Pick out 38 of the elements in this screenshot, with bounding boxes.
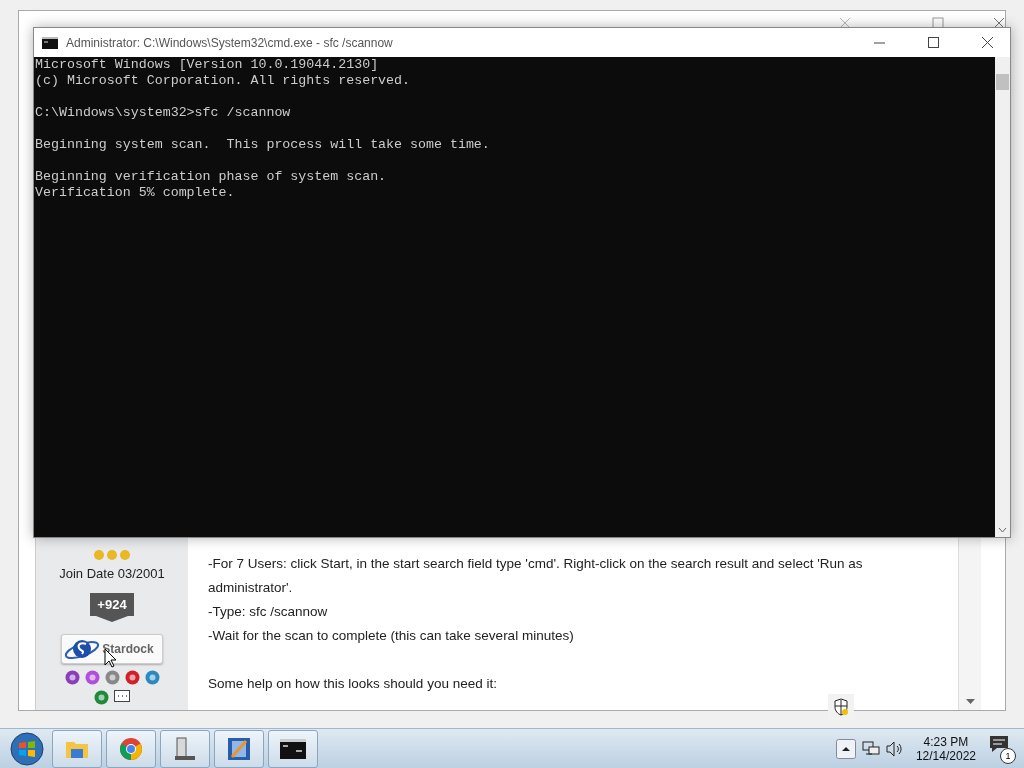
maximize-icon[interactable] (927, 37, 939, 48)
network-icon[interactable] (861, 740, 880, 757)
window-title: Administrator: C:\Windows\System32\cmd.exe - sfc /scannow (66, 35, 394, 50)
notification-button[interactable]: 1 (988, 733, 1016, 764)
more-icon[interactable] (114, 690, 130, 702)
close-icon[interactable] (981, 37, 993, 48)
console-icon (42, 36, 58, 49)
achievement-icon (84, 670, 100, 685)
console-line: Beginning verification phase of system scan. (35, 169, 388, 185)
post-text: Some help on how this looks should you need it: (208, 675, 498, 693)
achievement-icon (124, 670, 140, 685)
close-icon[interactable] (993, 17, 1005, 29)
console-line: Beginning system scan. This process will take some time. (35, 137, 491, 153)
palette-icon (227, 736, 251, 761)
post-text: -Wait for the scan to complete (this can take several minutes) (208, 627, 575, 645)
stardock-badge: Stardock (61, 634, 163, 664)
taskbar-app-button[interactable] (160, 729, 210, 768)
clock[interactable]: 4:23 PM 12/14/2022 (909, 734, 982, 763)
scroll-down-icon[interactable] (965, 699, 975, 704)
achievement-icon (144, 670, 160, 685)
console-line: Verification 5% complete. (35, 185, 236, 201)
achievement-icon (104, 670, 120, 685)
achievement-icon (64, 670, 80, 685)
console-icon (280, 738, 306, 759)
console-line: Microsoft Windows [Version 10.0.19044.2130] (35, 57, 380, 73)
console-line: C:\Windows\system32>sfc /scannow (35, 105, 292, 121)
console-line: (c) Microsoft Corporation. All rights reserved. (35, 73, 412, 89)
scroll-thumb[interactable] (996, 74, 1009, 90)
browser-icon (119, 736, 143, 761)
post-text: -Type: sfc /scannow (208, 603, 329, 621)
document-icon (173, 736, 197, 761)
post-text: -For 7 Users: click Start, in the start search field type 'cmd'. Right-click on the search result and select 'Run as administrator'. (208, 555, 864, 597)
volume-icon[interactable] (885, 740, 904, 757)
show-hidden-icons-button[interactable] (835, 738, 856, 759)
scroll-down-icon[interactable] (998, 527, 1007, 533)
taskbar-app-button[interactable] (268, 729, 318, 768)
achievement-icon (94, 690, 109, 705)
join-date: Join Date 03/2001 (59, 566, 165, 581)
